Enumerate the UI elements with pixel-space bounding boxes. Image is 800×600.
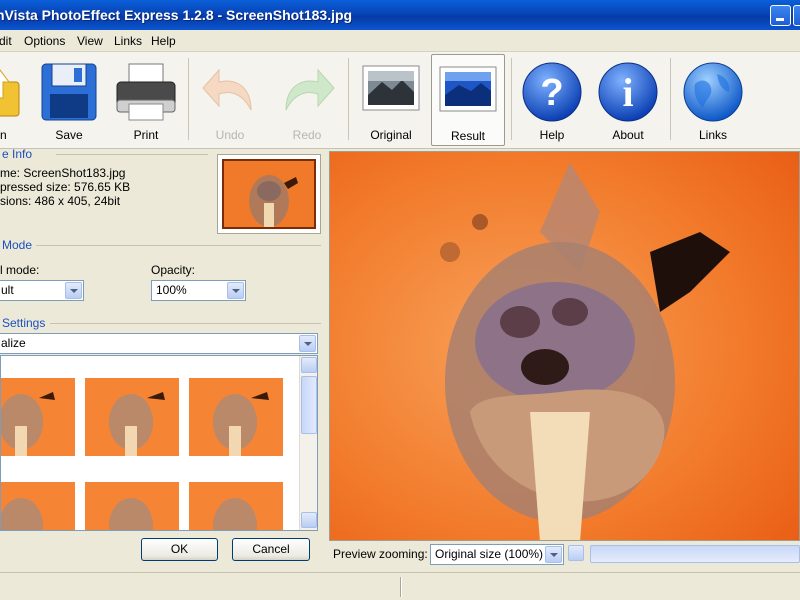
- undo-button[interactable]: Undo: [193, 54, 267, 146]
- effect-thumbnail[interactable]: [85, 378, 179, 456]
- svg-text:?: ?: [540, 72, 563, 114]
- menu-options[interactable]: Options: [24, 34, 65, 48]
- help-icon: ?: [522, 62, 582, 122]
- effects-scrollbar[interactable]: [299, 356, 317, 530]
- effect-thumbnail[interactable]: [189, 482, 283, 531]
- blend-mode-select[interactable]: ult: [0, 280, 84, 301]
- file-info-title: e Info: [2, 147, 33, 161]
- scroll-thumb[interactable]: [301, 376, 317, 434]
- chevron-down-icon[interactable]: [65, 282, 82, 299]
- mode-title: Mode: [2, 238, 33, 252]
- toolbar: n Save Print Undo Redo Original Result ?…: [0, 52, 800, 149]
- svg-text:i: i: [622, 70, 633, 115]
- menu-view[interactable]: View: [77, 34, 103, 48]
- help-button[interactable]: ? Help: [515, 54, 589, 146]
- opacity-label: Opacity:: [151, 263, 196, 277]
- thumbnail-image: [222, 159, 316, 229]
- scroll-down-icon[interactable]: [301, 512, 317, 528]
- cancel-button[interactable]: Cancel: [232, 538, 310, 561]
- scroll-left-icon[interactable]: [568, 545, 584, 561]
- group-line: [50, 323, 321, 324]
- effect-thumbnail[interactable]: [0, 378, 75, 456]
- effect-thumbnail[interactable]: [0, 482, 75, 531]
- opacity-select[interactable]: 100%: [151, 280, 246, 301]
- floppy-disk-icon: [41, 63, 97, 121]
- image-thumbnail: [217, 154, 321, 234]
- menu-links[interactable]: Links: [114, 34, 142, 48]
- group-line: [36, 245, 321, 246]
- toolbar-separator: [670, 58, 671, 140]
- original-view-button[interactable]: Original: [354, 54, 428, 146]
- blend-mode-label: l mode:: [0, 263, 40, 277]
- maximize-button[interactable]: [793, 5, 800, 26]
- undo-icon: [202, 68, 252, 111]
- file-dimensions-text: sions: 486 x 405, 24bit: [0, 194, 121, 208]
- about-button[interactable]: i About: [591, 54, 665, 146]
- effect-thumbnail[interactable]: [85, 482, 179, 531]
- minimize-button[interactable]: [770, 5, 791, 26]
- toolbar-separator: [188, 58, 189, 140]
- menu-edit[interactable]: dit: [0, 34, 12, 48]
- image-preview[interactable]: [329, 151, 800, 541]
- open-button[interactable]: n: [0, 54, 34, 146]
- settings-title: Settings: [2, 316, 46, 330]
- toolbar-separator: [348, 58, 349, 140]
- effects-list: [0, 355, 318, 531]
- original-image-icon: [362, 65, 420, 111]
- effect-select[interactable]: alize: [0, 333, 318, 354]
- scroll-up-icon[interactable]: [301, 357, 317, 373]
- zoom-label: Preview zooming:: [333, 547, 428, 561]
- chevron-down-icon[interactable]: [227, 282, 244, 299]
- menu-bar: dit Options View Links Help: [0, 30, 800, 52]
- group-line: [56, 154, 208, 155]
- save-button[interactable]: Save: [32, 54, 106, 146]
- folder-icon: [0, 69, 20, 117]
- toolbar-separator: [511, 58, 512, 140]
- title-bar: nVista PhotoEffect Express 1.2.8 - Scree…: [0, 0, 800, 30]
- links-button[interactable]: Links: [676, 54, 750, 146]
- status-separator: [400, 577, 402, 597]
- effect-thumbnail[interactable]: [189, 378, 283, 456]
- result-image-icon: [439, 66, 497, 112]
- chevron-down-icon[interactable]: [545, 546, 562, 563]
- redo-button[interactable]: Redo: [270, 54, 344, 146]
- chevron-down-icon[interactable]: [299, 335, 316, 352]
- horizontal-scrollbar[interactable]: [590, 545, 800, 563]
- printer-icon: [116, 63, 176, 121]
- file-name-text: me: ScreenShot183.jpg: [0, 166, 126, 180]
- info-icon: i: [598, 62, 658, 122]
- ok-button[interactable]: OK: [141, 538, 218, 561]
- print-button[interactable]: Print: [109, 54, 183, 146]
- zoom-select[interactable]: Original size (100%): [430, 544, 564, 565]
- redo-icon: [285, 68, 335, 111]
- status-bar: [0, 572, 800, 600]
- preview-image: [330, 152, 799, 540]
- result-view-button[interactable]: Result: [431, 54, 505, 146]
- globe-icon: [683, 62, 743, 122]
- menu-help[interactable]: Help: [151, 34, 176, 48]
- file-size-text: pressed size: 576.65 KB: [0, 180, 131, 194]
- window-title: nVista PhotoEffect Express 1.2.8 - Scree…: [0, 7, 353, 23]
